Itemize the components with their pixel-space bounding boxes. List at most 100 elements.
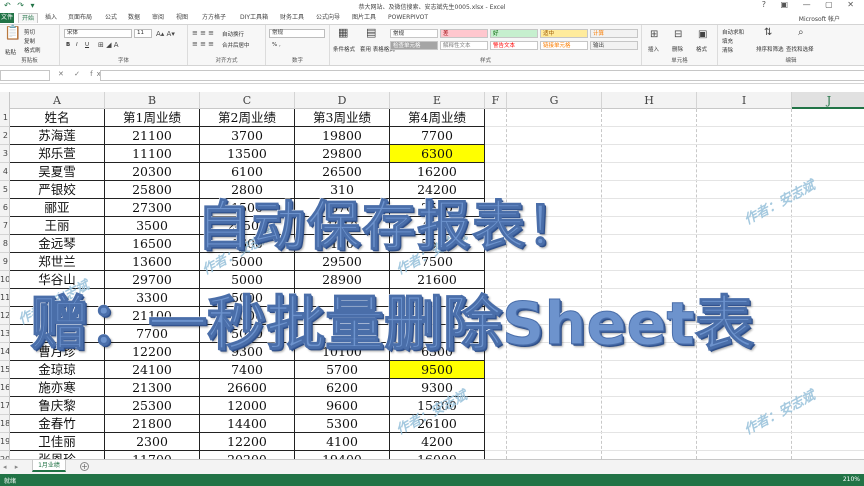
table-cell[interactable]: 21100: [105, 127, 200, 145]
cut-button[interactable]: 剪切: [24, 28, 35, 36]
table-cell[interactable]: 21300: [105, 379, 200, 397]
tab-finance-tools[interactable]: 财务工具: [280, 13, 304, 23]
italic-button[interactable]: I: [76, 42, 78, 48]
copy-button[interactable]: 复制: [24, 37, 35, 45]
align-left-icon[interactable]: ≡ ≡ ≡: [192, 40, 214, 48]
cell-style-option[interactable]: 差: [440, 29, 488, 38]
zoom-level[interactable]: 210%: [843, 476, 860, 483]
column-header[interactable]: I: [697, 92, 792, 109]
cell-style-option[interactable]: 解释性文本: [440, 41, 488, 50]
row-header[interactable]: 14: [0, 343, 10, 361]
table-cell[interactable]: 郦亚: [10, 199, 105, 217]
row-header[interactable]: 19: [0, 433, 10, 451]
table-cell[interactable]: 金远琴: [10, 235, 105, 253]
format-painter-button[interactable]: 格式刷: [24, 46, 41, 54]
column-header[interactable]: G: [507, 92, 602, 109]
number-format-select[interactable]: 常规: [269, 29, 325, 38]
conditional-format-button[interactable]: 条件格式: [333, 45, 355, 53]
row-header[interactable]: 16: [0, 379, 10, 397]
merge-center-button[interactable]: 合并后居中: [222, 41, 250, 49]
cell-style-option[interactable]: 常规: [390, 29, 438, 38]
table-cell[interactable]: 16500: [105, 235, 200, 253]
cell-style-option[interactable]: 链接单元格: [540, 41, 588, 50]
table-cell[interactable]: 13500: [200, 145, 295, 163]
format-cells-button[interactable]: 格式: [696, 45, 707, 53]
sheet-nav-arrows[interactable]: ◂ ▸: [3, 463, 21, 471]
table-cell[interactable]: 郑世兰: [10, 253, 105, 271]
add-sheet-button[interactable]: +: [80, 462, 89, 471]
tab-home[interactable]: 开始: [18, 13, 39, 23]
font-name-select[interactable]: 宋体: [64, 29, 132, 38]
table-cell[interactable]: 27300: [105, 199, 200, 217]
percent-button[interactable]: % ,: [272, 42, 281, 48]
table-cell[interactable]: 13600: [105, 253, 200, 271]
header-cell[interactable]: 第3周业绩: [295, 109, 390, 127]
wrap-text-button[interactable]: 自动换行: [222, 30, 244, 38]
worksheet-grid[interactable]: ABCDEFGHIJ 1 2 3 4 5 6 7 8 9 10 11 12 13 14 15 16 17 18 19…: [0, 84, 864, 459]
underline-button[interactable]: U: [85, 42, 89, 48]
table-cell[interactable]: 26500: [295, 163, 390, 181]
table-cell[interactable]: 12200: [200, 433, 295, 451]
sort-filter-icon[interactable]: ⇅: [764, 28, 772, 38]
delete-cells-button[interactable]: 删除: [672, 45, 683, 53]
find-select-button[interactable]: 查找和选择: [786, 45, 814, 53]
name-box[interactable]: [0, 70, 50, 81]
column-header[interactable]: H: [602, 92, 697, 109]
table-cell[interactable]: 24100: [105, 361, 200, 379]
align-top-icon[interactable]: ≡ ≡ ≡: [192, 29, 214, 37]
tab-data[interactable]: 数据: [128, 13, 140, 23]
sort-filter-button[interactable]: 排序和筛选: [756, 45, 784, 53]
table-cell[interactable]: 19400: [295, 451, 390, 459]
format-cells-icon[interactable]: ▣: [698, 30, 707, 40]
table-cell[interactable]: 12000: [200, 397, 295, 415]
cell-style-option[interactable]: 输出: [590, 41, 638, 50]
cell-style-option[interactable]: 警告文本: [490, 41, 538, 50]
paste-icon[interactable]: 📋: [4, 26, 21, 40]
tab-insert[interactable]: 插入: [45, 13, 57, 23]
table-cell[interactable]: 9500: [390, 361, 485, 379]
tab-review[interactable]: 审阅: [152, 13, 164, 23]
insert-cells-button[interactable]: 插入: [648, 45, 659, 53]
tab-view[interactable]: 视图: [176, 13, 188, 23]
table-cell[interactable]: 21800: [105, 415, 200, 433]
cell-style-option[interactable]: 检查单元格: [390, 41, 438, 50]
table-cell[interactable]: 11700: [105, 451, 200, 459]
bold-button[interactable]: B: [66, 42, 70, 48]
row-header[interactable]: 17: [0, 397, 10, 415]
row-header[interactable]: 1: [0, 109, 10, 127]
paste-button[interactable]: 粘贴: [5, 48, 16, 56]
table-cell[interactable]: 王丽: [10, 217, 105, 235]
formula-input[interactable]: [100, 70, 864, 81]
row-header[interactable]: 6: [0, 199, 10, 217]
cell-style-option[interactable]: 计算: [590, 29, 638, 38]
account-menu[interactable]: Microsoft 帐户: [799, 14, 840, 23]
header-cell[interactable]: 第2周业绩: [200, 109, 295, 127]
row-header[interactable]: 18: [0, 415, 10, 433]
table-cell[interactable]: 9300: [390, 379, 485, 397]
table-cell[interactable]: 金琼琼: [10, 361, 105, 379]
table-cell[interactable]: 16000: [390, 451, 485, 459]
header-cell[interactable]: 姓名: [10, 109, 105, 127]
table-cell[interactable]: 5700: [295, 361, 390, 379]
row-header[interactable]: 8: [0, 235, 10, 253]
table-cell[interactable]: 卫佳丽: [10, 433, 105, 451]
formula-fx-icon[interactable]: ✕ ✓ fx: [58, 70, 105, 78]
table-cell[interactable]: 20200: [200, 451, 295, 459]
row-header[interactable]: 9: [0, 253, 10, 271]
tab-picture-tools[interactable]: 图片工具: [352, 13, 376, 23]
table-cell[interactable]: 施亦寒: [10, 379, 105, 397]
table-cell[interactable]: 26600: [200, 379, 295, 397]
row-header[interactable]: 12: [0, 307, 10, 325]
tab-diy-toolbox[interactable]: DIY工具箱: [240, 13, 268, 23]
row-header[interactable]: 11: [0, 289, 10, 307]
table-cell[interactable]: 6200: [295, 379, 390, 397]
clear-button[interactable]: 清除: [722, 46, 733, 54]
table-cell[interactable]: 16200: [390, 163, 485, 181]
column-header[interactable]: A: [10, 92, 105, 109]
tab-page-layout[interactable]: 页面布局: [68, 13, 92, 23]
table-cell[interactable]: 金春竹: [10, 415, 105, 433]
cell-style-option[interactable]: 好: [490, 29, 538, 38]
row-header[interactable]: 13: [0, 325, 10, 343]
tab-fangfang[interactable]: 方方格子: [202, 13, 226, 23]
table-cell[interactable]: 29800: [295, 145, 390, 163]
